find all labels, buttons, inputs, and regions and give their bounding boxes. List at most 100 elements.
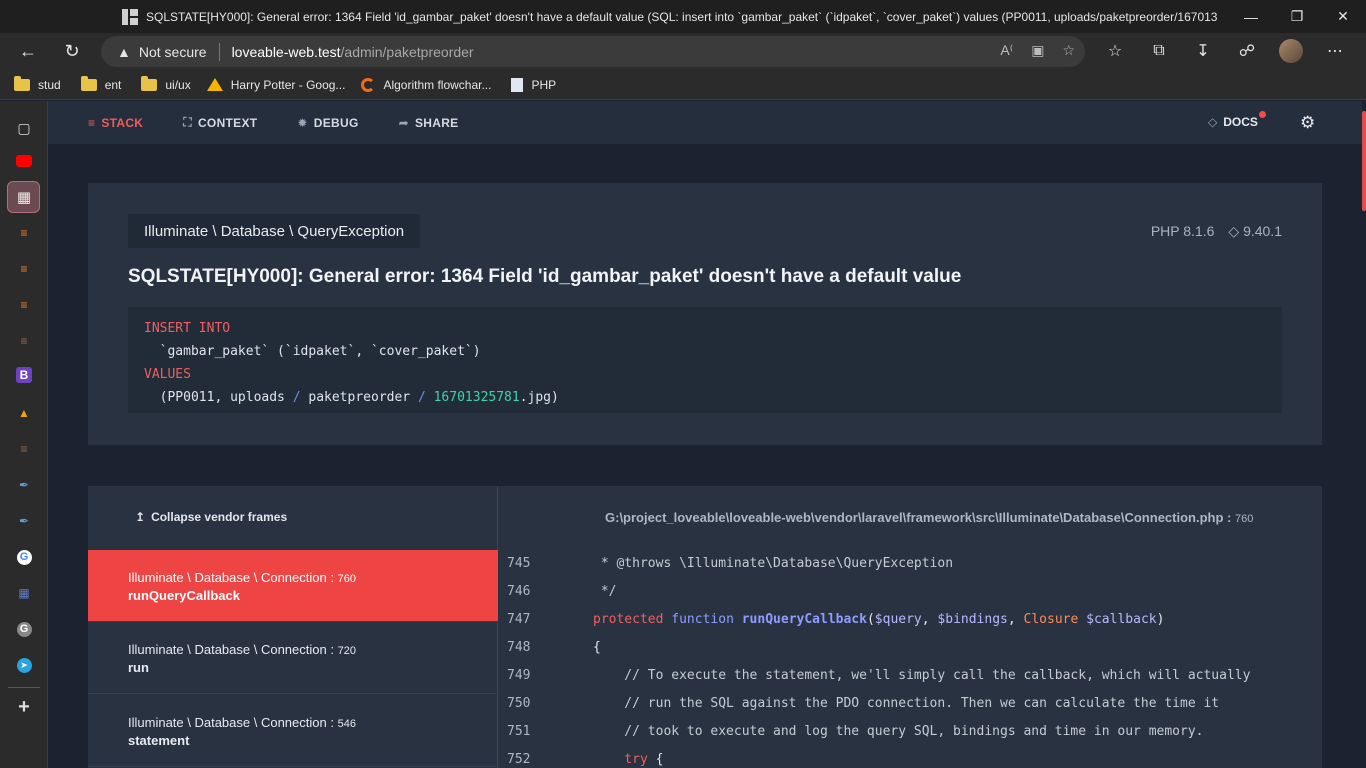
collections-icon[interactable]: ⧉ [1144,36,1174,66]
tab-actions-icon[interactable]: ▢ [14,118,34,138]
notification-dot [1258,111,1266,118]
pen-icon[interactable]: ✒ [14,511,34,531]
exception-class[interactable]: Illuminate \ Database \ QueryException [128,214,421,248]
ignition-error-page: ≡ STACK ⛶ CONTEXT ✹ DEBUG ➦ SHARE ◇ DOCS ⚙ Il… [48,101,1362,768]
add-favorite-icon[interactable]: ☆ [1062,42,1075,59]
code-snippet-panel: G:\project_loveable\loveable-web\vendor\… [499,486,1322,768]
laravel-icon: ◇ [1228,223,1244,239]
sql-query-box: INSERT INTO `gambar_paket` (`idpaket`, `… [128,307,1282,413]
flowchart-icon [361,77,376,92]
workspaces-icon[interactable]: ▦ [14,187,34,207]
read-aloud-icon[interactable]: A⁽ [1000,42,1013,59]
collapse-label: Collapse vendor frames [151,510,288,524]
warning-icon: ▲ [117,43,131,60]
collapse-vendor-frames-button[interactable]: ↥ Collapse vendor frames [135,510,287,524]
title-bar: SQLSTATE[HY000]: General error: 1364 Fie… [0,0,1366,33]
back-arrow-icon[interactable]: ← [10,37,46,67]
code-line[interactable]: 745 * @throws \Illuminate\Database\Query… [499,549,953,577]
telegram-icon[interactable]: ➤ [14,655,34,675]
restore-icon[interactable]: ❐ [1274,0,1320,33]
bootstrap-icon[interactable]: B [16,367,32,383]
app-icon[interactable]: ▲ [14,403,34,423]
document-icon [511,77,524,92]
tab-favicon-icon [122,8,138,25]
minimize-icon[interactable]: — [1228,0,1274,33]
stack-trace-card: ↥ Collapse vendor frames Illuminate \ Dat… [88,486,1322,768]
stack-frame[interactable]: Illuminate \ Database \ Connection : 760… [88,550,498,622]
tab-share[interactable]: ➦ SHARE [399,116,459,130]
tab-debug[interactable]: ✹ DEBUG [297,116,358,130]
code-line[interactable]: 752 try { [499,745,663,768]
security-label[interactable]: Not secure [139,44,207,60]
tab-title[interactable]: SQLSTATE[HY000]: General error: 1364 Fie… [146,10,1218,24]
bookmark-ent[interactable]: ent [80,75,122,92]
stackoverflow-icon[interactable]: ≡ [14,439,34,459]
stackoverflow-icon[interactable]: ≡ [14,295,34,315]
teams-icon[interactable]: ▦ [14,583,34,603]
docs-label: DOCS [1223,115,1258,129]
code-line[interactable]: 749 // To execute the statement, we'll s… [499,661,1250,689]
expand-icon: ⛶ [183,115,192,129]
stack-frame[interactable]: Illuminate \ Database \ Connection : 720… [88,622,498,694]
bug-icon: ✹ [297,115,308,130]
refresh-icon[interactable]: ↻ [54,37,90,67]
bookmark-algorithm-flowchart[interactable]: Algorithm flowchar... [361,77,491,92]
favorites-icon[interactable]: ☆ [1100,36,1130,66]
exception-card: Illuminate \ Database \ QueryException P… [88,183,1322,445]
code-line[interactable]: 748{ [499,633,601,661]
tab-context[interactable]: ⛶ CONTEXT [183,115,257,130]
frame-class: Illuminate \ Database \ Connection : 720 [128,642,356,657]
file-path[interactable]: G:\project_loveable\loveable-web\vendor\… [605,510,1253,525]
folder-icon [14,75,30,91]
stackoverflow-icon[interactable]: ≡ [14,331,34,351]
bookmark-harry-potter[interactable]: Harry Potter - Goog... [206,78,345,92]
bookmark-uiux[interactable]: ui/ux [141,75,191,92]
share-icon: ➦ [398,115,409,130]
sidebar-divider [8,687,40,688]
code-line[interactable]: 746 */ [499,577,616,605]
profile-avatar[interactable] [1276,36,1306,66]
downloads-icon[interactable]: ↧ [1188,36,1218,66]
add-icon[interactable]: + [14,696,34,718]
tab-stack[interactable]: ≡ STACK [88,116,143,130]
close-icon[interactable]: ✕ [1320,0,1366,33]
google-icon[interactable]: G [14,619,34,639]
sql-line: VALUES [144,367,191,382]
bookmark-stud[interactable]: stud [14,75,61,92]
pen-icon[interactable]: ✒ [14,475,34,495]
bookmark-label: ent [104,77,122,92]
code-line[interactable]: 751 // took to execute and log the query… [499,717,1203,745]
google-icon[interactable]: G [14,547,34,567]
gear-icon[interactable]: ⚙ [1300,113,1315,133]
address-bar[interactable]: ▲ Not secure loveable-web.test/admin/pak… [101,36,1085,67]
reader-view-icon[interactable]: ▣ [1031,42,1044,59]
stackoverflow-icon[interactable]: ≡ [14,259,34,279]
tab-label: STACK [101,115,144,130]
stackoverflow-icon[interactable]: ≡ [14,223,34,243]
code-line[interactable]: 750 // run the SQL against the PDO conne… [499,689,1219,717]
php-version: PHP 8.1.6 [1150,223,1215,239]
code-line[interactable]: 747 protected function runQueryCallback($… [499,605,1164,633]
tab-label: CONTEXT [197,115,258,130]
page-scrollbar[interactable] [1362,101,1366,768]
stack-icon: ≡ [88,115,96,130]
bookmark-label: PHP [531,77,557,92]
bookmark-label: stud [38,77,61,92]
sql-line: (PP0011, uploads / paketpreorder / 16701… [144,390,559,405]
bookmarks-bar: stud ent ui/ux Harry Potter - Goog... Al… [0,70,1366,100]
tab-label: DEBUG [313,115,359,130]
folder-icon [141,75,158,91]
frame-class: Illuminate \ Database \ Connection : 760 [128,570,356,585]
scrollbar-thumb[interactable] [1362,111,1366,211]
bookmark-label: ui/ux [165,77,191,92]
stack-frame[interactable]: Illuminate \ Database \ Connection : 546… [88,695,498,767]
docs-button[interactable]: ◇ DOCS [1208,111,1266,129]
bookmark-php[interactable]: PHP [507,77,557,92]
url-path: /admin/paketpreorder [340,43,474,60]
address-divider [218,42,220,61]
youtube-icon[interactable] [14,151,34,171]
browser-essentials-icon[interactable]: ☍ [1232,36,1262,66]
more-menu-icon[interactable]: ⋯ [1320,36,1350,66]
folder-icon [80,75,97,91]
tab-label: SHARE [414,115,459,130]
